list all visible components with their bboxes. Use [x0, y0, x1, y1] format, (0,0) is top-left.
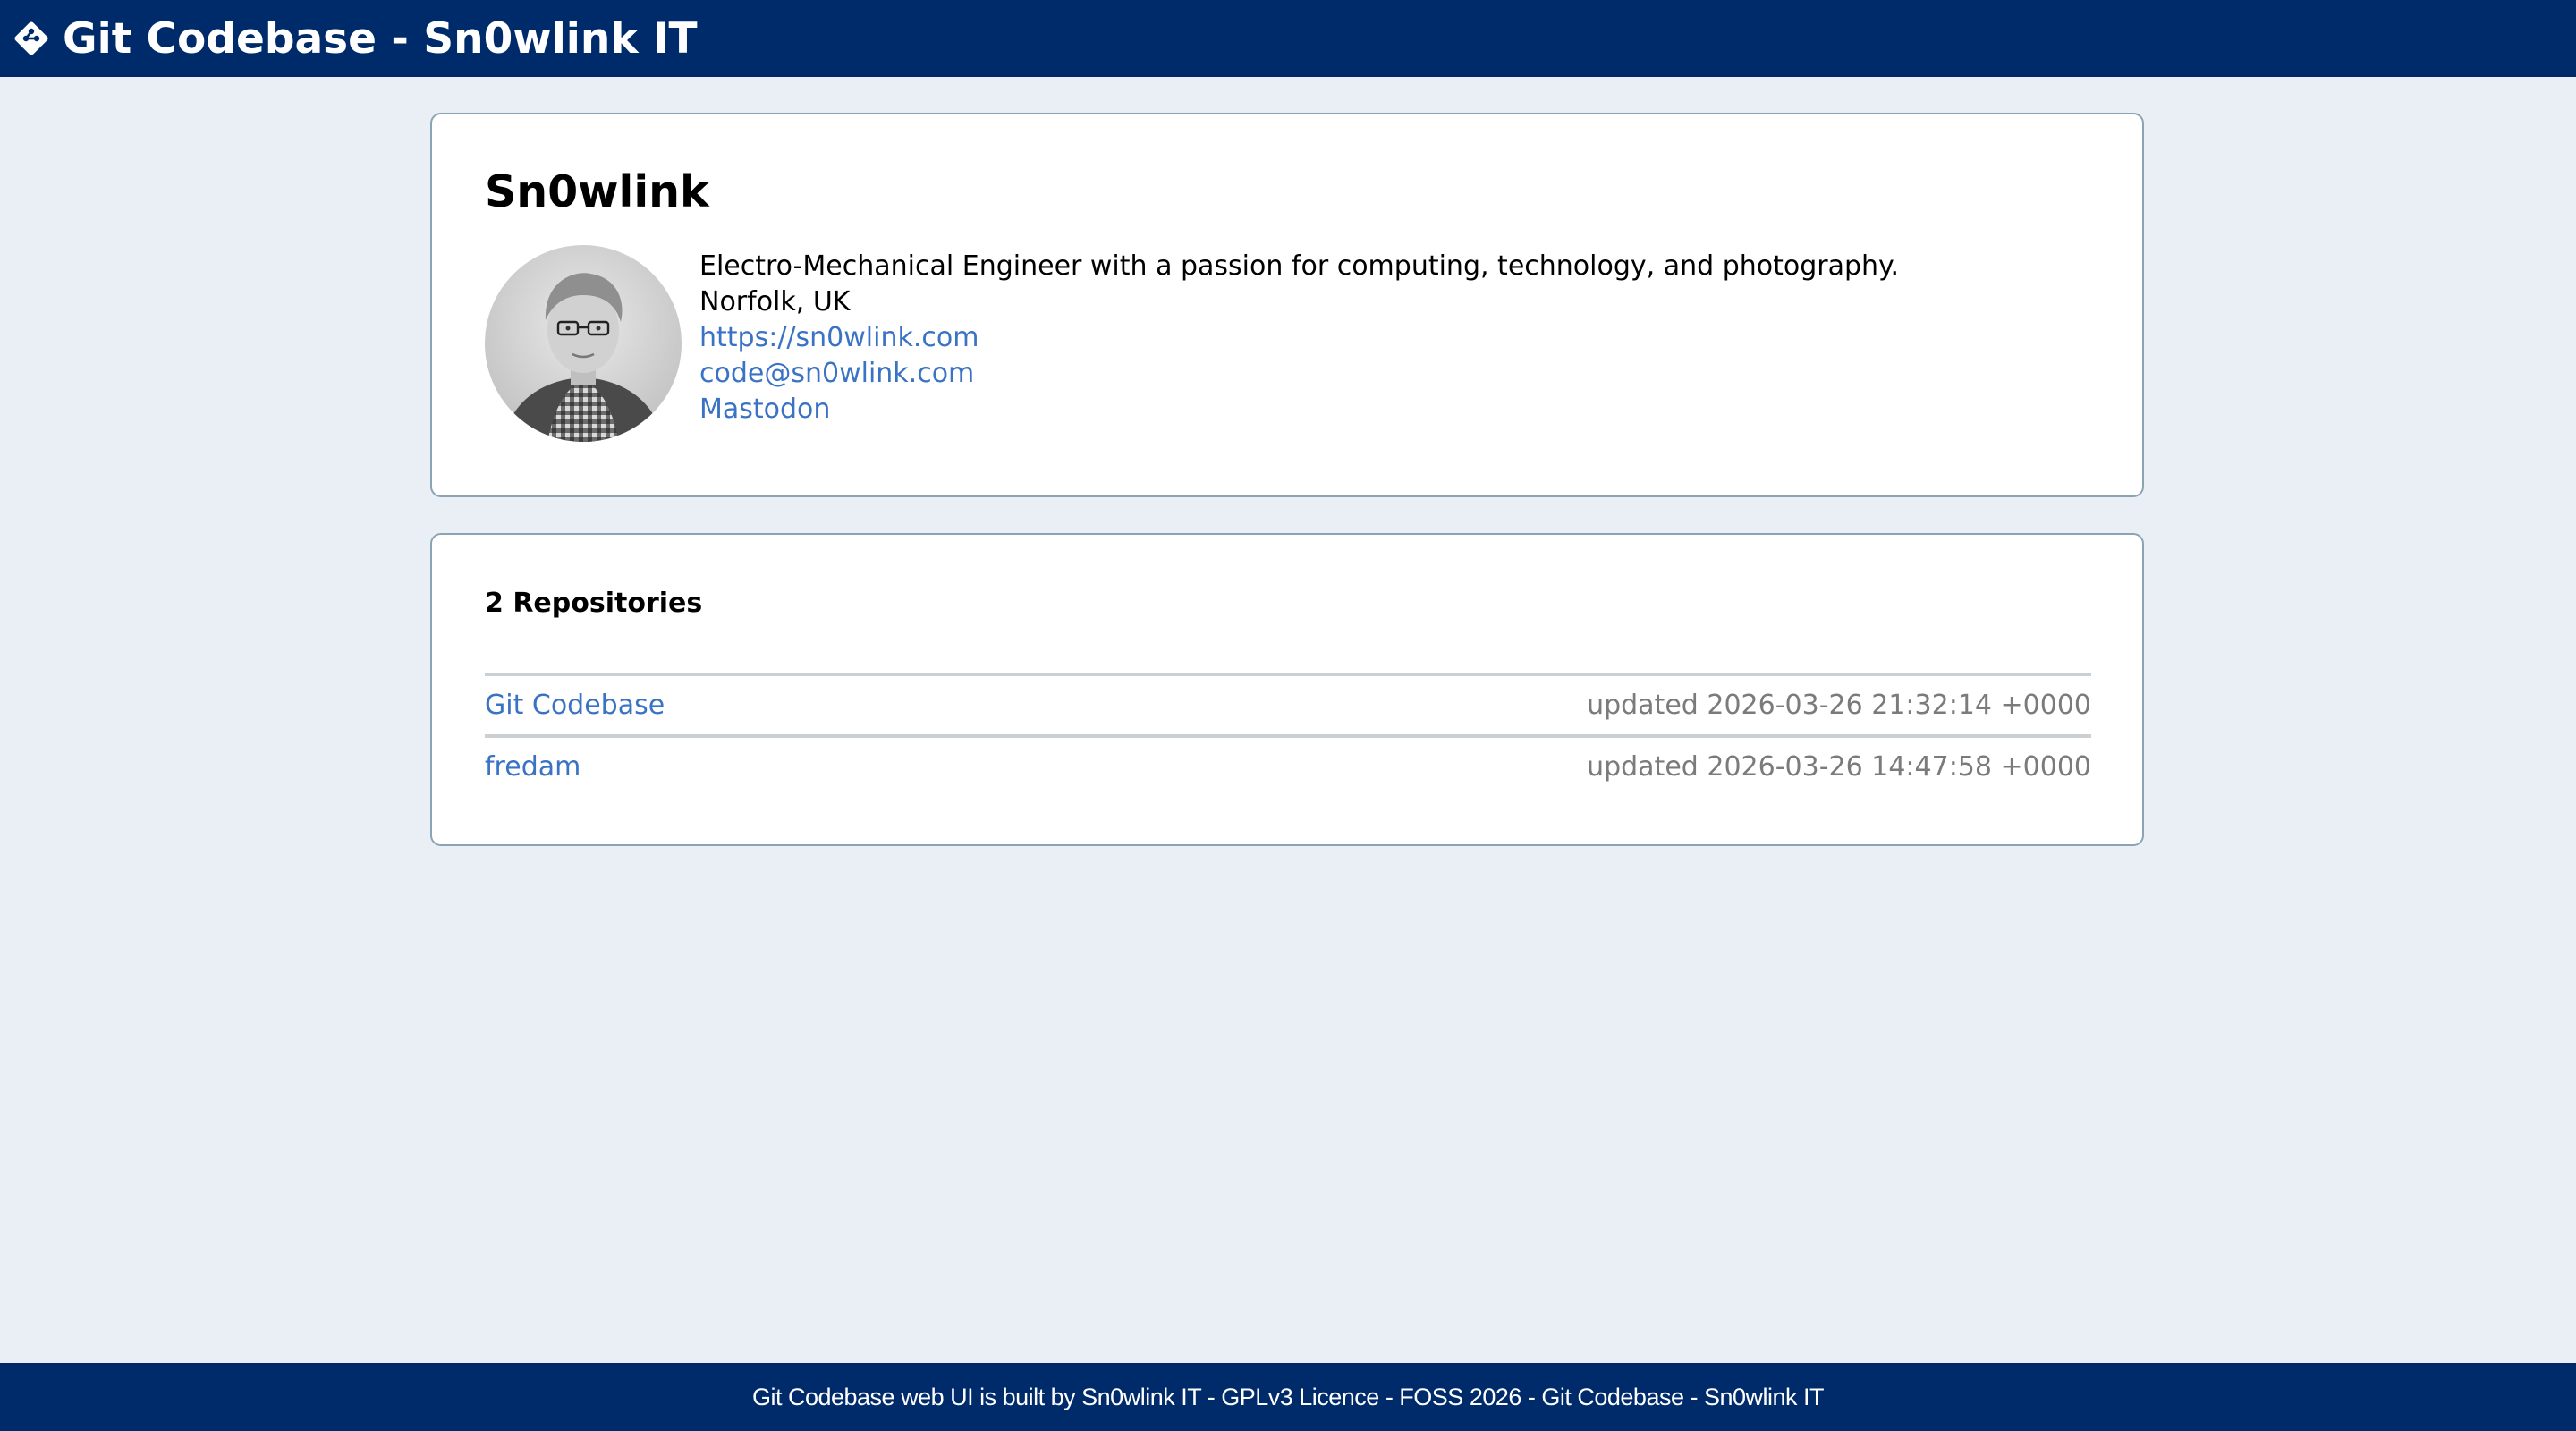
page-footer: Git Codebase web UI is built by Sn0wlink…: [0, 1363, 2576, 1431]
profile-name: Sn0wlink: [485, 166, 709, 217]
repository-row: Git Codebase updated 2026-03-26 21:32:14…: [485, 673, 2091, 734]
avatar: [485, 245, 682, 442]
top-header-bar: Git Codebase - Sn0wlink IT: [0, 0, 2576, 77]
repository-link[interactable]: fredam: [485, 751, 580, 783]
repository-list: Git Codebase updated 2026-03-26 21:32:14…: [485, 673, 2091, 796]
profile-mastodon-link[interactable]: Mastodon: [699, 394, 830, 425]
profile-location: Norfolk, UK: [699, 286, 851, 318]
git-logo-icon[interactable]: [7, 14, 55, 63]
repository-row: fredam updated 2026-03-26 14:47:58 +0000: [485, 734, 2091, 796]
repository-updated: updated 2026-03-26 14:47:58 +0000: [1587, 751, 2091, 783]
repository-link[interactable]: Git Codebase: [485, 690, 665, 721]
profile-info: Electro-Mechanical Engineer with a passi…: [699, 249, 1899, 428]
profile-email-link[interactable]: code@sn0wlink.com: [699, 358, 974, 389]
site-title[interactable]: Git Codebase - Sn0wlink IT: [63, 14, 698, 64]
profile-card: Sn0wlink Electro-Mechanical Engineer wit…: [430, 113, 2144, 497]
profile-website-link[interactable]: https://sn0wlink.com: [699, 322, 979, 353]
repositories-heading: 2 Repositories: [485, 588, 703, 619]
repository-updated: updated 2026-03-26 21:32:14 +0000: [1587, 690, 2091, 721]
repositories-card: 2 Repositories Git Codebase updated 2026…: [430, 533, 2144, 846]
footer-text: Git Codebase web UI is built by Sn0wlink…: [751, 1383, 1825, 1410]
profile-bio: Electro-Mechanical Engineer with a passi…: [699, 250, 1900, 282]
